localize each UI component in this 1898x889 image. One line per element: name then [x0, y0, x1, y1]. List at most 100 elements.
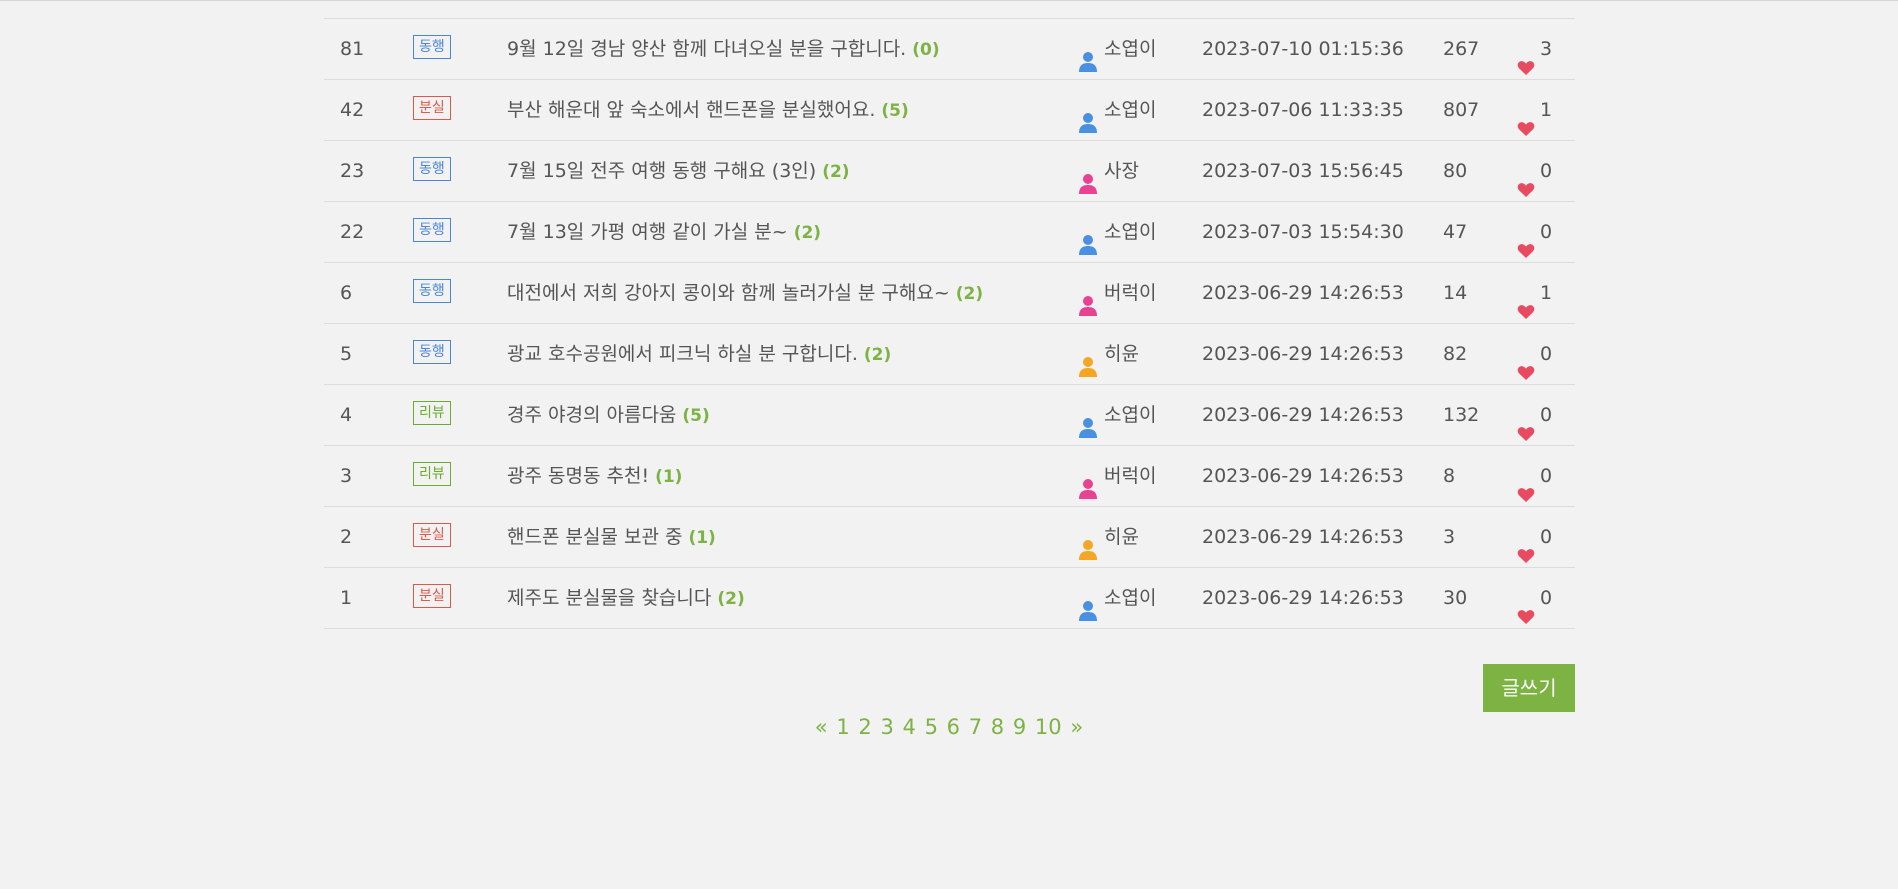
category-badge: 분실 [413, 95, 451, 120]
comment-count: (1) [688, 528, 716, 548]
author-cell: 소엽이 [1078, 202, 1156, 262]
table-row[interactable]: 6 동행 대전에서 저희 강아지 콩이와 함께 놀러가실 분 구해요~ (2) 버럭이 2… [324, 262, 1575, 323]
view-count: 807 [1443, 99, 1480, 121]
heart-icon [1517, 40, 1535, 75]
like-count: 0 [1540, 526, 1553, 548]
table-row[interactable]: 5 동행 광교 호수공원에서 피크닉 하실 분 구합니다. (2) 히윤 2023-06-… [324, 323, 1575, 384]
post-title[interactable]: 7월 15일 전주 여행 동행 구해요 (3인) [507, 160, 816, 182]
category-badge: 리뷰 [413, 400, 451, 425]
page-link[interactable]: 7 [969, 715, 982, 739]
user-pink-icon [1078, 281, 1098, 316]
page-link[interactable]: 2 [858, 715, 871, 739]
post-title-link[interactable]: 광주 동명동 추천! (1) [507, 446, 682, 506]
author-name: 소엽이 [1104, 404, 1157, 426]
write-post-button[interactable]: 글쓰기 [1483, 664, 1575, 712]
post-number: 1 [340, 587, 353, 609]
post-title[interactable]: 제주도 분실물을 찾습니다 [507, 587, 711, 609]
category-badge: 동행 [413, 278, 451, 303]
likes-cell: 0 [1517, 385, 1552, 445]
category-cell: 분실 [413, 80, 451, 140]
table-row[interactable]: 23 동행 7월 15일 전주 여행 동행 구해요 (3인) (2) 사장 2023-07… [324, 140, 1575, 201]
post-date: 2023-07-10 01:15:36 [1202, 38, 1404, 60]
post-title-link[interactable]: 경주 야경의 아름다움 (5) [507, 385, 710, 445]
post-number: 42 [340, 99, 365, 121]
author-cell: 사장 [1078, 141, 1139, 201]
page-link[interactable]: 3 [880, 715, 893, 739]
pagination-prev[interactable]: « [815, 715, 828, 739]
post-number: 5 [340, 343, 353, 365]
post-title[interactable]: 광교 호수공원에서 피크닉 하실 분 구합니다. [507, 343, 858, 365]
post-title-link[interactable]: 부산 해운대 앞 숙소에서 핸드폰을 분실했어요. (5) [507, 80, 909, 140]
table-row[interactable]: 22 동행 7월 13일 가평 여행 같이 가실 분~ (2) 소엽이 2023-07-0… [324, 201, 1575, 262]
post-date: 2023-06-29 14:26:53 [1202, 343, 1404, 365]
likes-cell: 0 [1517, 141, 1552, 201]
user-blue-icon [1078, 98, 1098, 133]
pagination-next[interactable]: » [1070, 715, 1083, 739]
post-title[interactable]: 핸드폰 분실물 보관 중 [507, 526, 682, 548]
post-title[interactable]: 7월 13일 가평 여행 같이 가실 분~ [507, 221, 788, 243]
page-link[interactable]: 5 [925, 715, 938, 739]
heart-icon [1517, 284, 1535, 319]
likes-cell: 1 [1517, 80, 1552, 140]
post-title-link[interactable]: 9월 12일 경남 양산 함께 다녀오실 분을 구합니다. (0) [507, 19, 940, 79]
author-name: 버럭이 [1104, 465, 1157, 487]
post-title-link[interactable]: 제주도 분실물을 찾습니다 (2) [507, 568, 745, 628]
page-link[interactable]: 9 [1013, 715, 1026, 739]
table-row[interactable]: 1 분실 제주도 분실물을 찾습니다 (2) 소엽이 2023-06-29 14:26:5… [324, 567, 1575, 629]
post-title[interactable]: 부산 해운대 앞 숙소에서 핸드폰을 분실했어요. [507, 99, 875, 121]
pagination: « 1 2 3 4 5 6 7 8 9 10 » [0, 712, 1898, 742]
comment-count: (1) [655, 467, 683, 487]
author-name: 버럭이 [1104, 282, 1157, 304]
page-link[interactable]: 4 [903, 715, 916, 739]
post-list: 81 동행 9월 12일 경남 양산 함께 다녀오실 분을 구합니다. (0) 소엽이 2… [324, 18, 1575, 629]
post-title-link[interactable]: 광교 호수공원에서 피크닉 하실 분 구합니다. (2) [507, 324, 891, 384]
author-cell: 히윤 [1078, 507, 1139, 567]
post-date: 2023-06-29 14:26:53 [1202, 282, 1404, 304]
table-row[interactable]: 81 동행 9월 12일 경남 양산 함께 다녀오실 분을 구합니다. (0) 소엽이 2… [324, 18, 1575, 79]
user-blue-icon [1078, 403, 1098, 438]
author-cell: 소엽이 [1078, 385, 1156, 445]
comment-count: (2) [793, 223, 822, 243]
table-row[interactable]: 4 리뷰 경주 야경의 아름다움 (5) 소엽이 2023-06-29 14:26:53 1… [324, 384, 1575, 445]
post-title-link[interactable]: 핸드폰 분실물 보관 중 (1) [507, 507, 716, 567]
category-cell: 리뷰 [413, 385, 451, 445]
post-title-link[interactable]: 7월 15일 전주 여행 동행 구해요 (3인) (2) [507, 141, 850, 201]
post-date: 2023-06-29 14:26:53 [1202, 465, 1404, 487]
author-name: 소엽이 [1104, 38, 1157, 60]
author-cell: 소엽이 [1078, 568, 1156, 628]
category-cell: 동행 [413, 263, 451, 323]
heart-icon [1517, 162, 1535, 197]
author-cell: 버럭이 [1078, 446, 1156, 506]
heart-icon [1517, 467, 1535, 502]
post-title[interactable]: 광주 동명동 추천! [507, 465, 649, 487]
page-link[interactable]: 6 [947, 715, 960, 739]
category-cell: 동행 [413, 19, 451, 79]
post-title[interactable]: 경주 야경의 아름다움 [507, 404, 676, 426]
view-count: 14 [1443, 282, 1468, 304]
page-link[interactable]: 10 [1035, 715, 1062, 739]
like-count: 0 [1540, 160, 1553, 182]
comment-count: (2) [822, 162, 850, 182]
post-title-link[interactable]: 7월 13일 가평 여행 같이 가실 분~ (2) [507, 202, 821, 262]
comment-count: (2) [955, 284, 984, 304]
view-count: 132 [1443, 404, 1480, 426]
top-divider [0, 0, 1898, 1]
post-title[interactable]: 9월 12일 경남 양산 함께 다녀오실 분을 구합니다. [507, 38, 906, 60]
post-title[interactable]: 대전에서 저희 강아지 콩이와 함께 놀러가실 분 구해요~ [507, 282, 950, 304]
category-badge: 동행 [413, 339, 451, 364]
table-row[interactable]: 3 리뷰 광주 동명동 추천! (1) 버럭이 2023-06-29 14:26:53 8 0 [324, 445, 1575, 506]
page-link[interactable]: 1 [836, 715, 849, 739]
user-blue-icon [1078, 220, 1098, 255]
page-link[interactable]: 8 [991, 715, 1004, 739]
author-name: 소엽이 [1104, 221, 1157, 243]
view-count: 3 [1443, 526, 1456, 548]
like-count: 0 [1540, 587, 1553, 609]
post-title-link[interactable]: 대전에서 저희 강아지 콩이와 함께 놀러가실 분 구해요~ (2) [507, 263, 983, 323]
comment-count: (5) [881, 101, 909, 121]
likes-cell: 3 [1517, 19, 1552, 79]
table-row[interactable]: 2 분실 핸드폰 분실물 보관 중 (1) 히윤 2023-06-29 14:26:53 3… [324, 506, 1575, 567]
author-name: 소엽이 [1104, 99, 1157, 121]
table-row[interactable]: 42 분실 부산 해운대 앞 숙소에서 핸드폰을 분실했어요. (5) 소엽이 2023-… [324, 79, 1575, 140]
post-number: 81 [340, 38, 365, 60]
likes-cell: 0 [1517, 507, 1552, 567]
